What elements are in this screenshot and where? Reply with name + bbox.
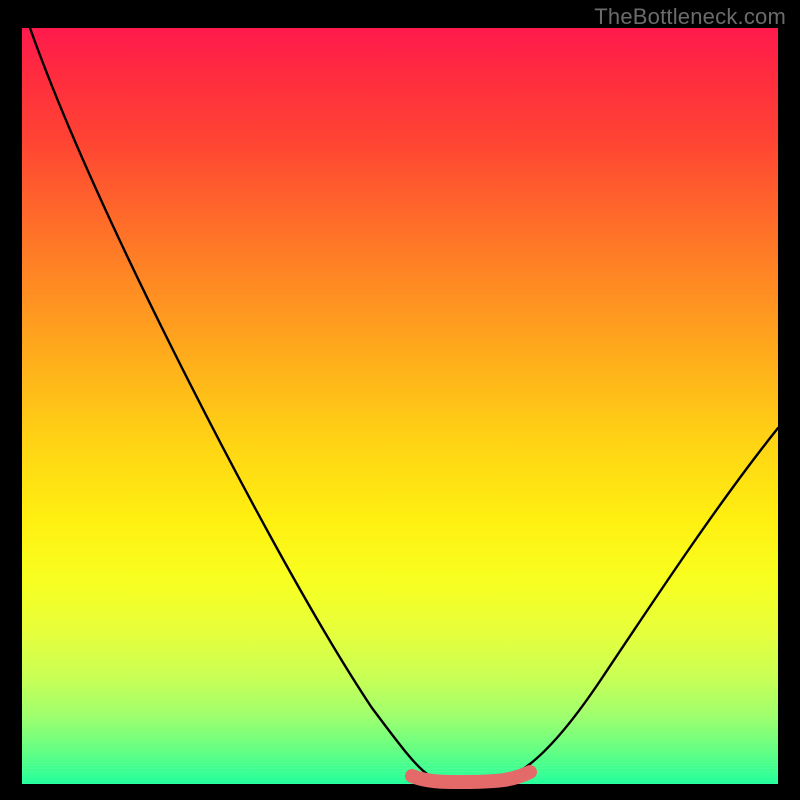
plot-area xyxy=(22,28,778,784)
highlight-segment-path xyxy=(412,772,530,782)
chart-frame: TheBottleneck.com xyxy=(0,0,800,800)
curve-svg xyxy=(22,28,778,784)
bottleneck-curve-path xyxy=(30,28,778,782)
watermark-text: TheBottleneck.com xyxy=(594,4,786,30)
